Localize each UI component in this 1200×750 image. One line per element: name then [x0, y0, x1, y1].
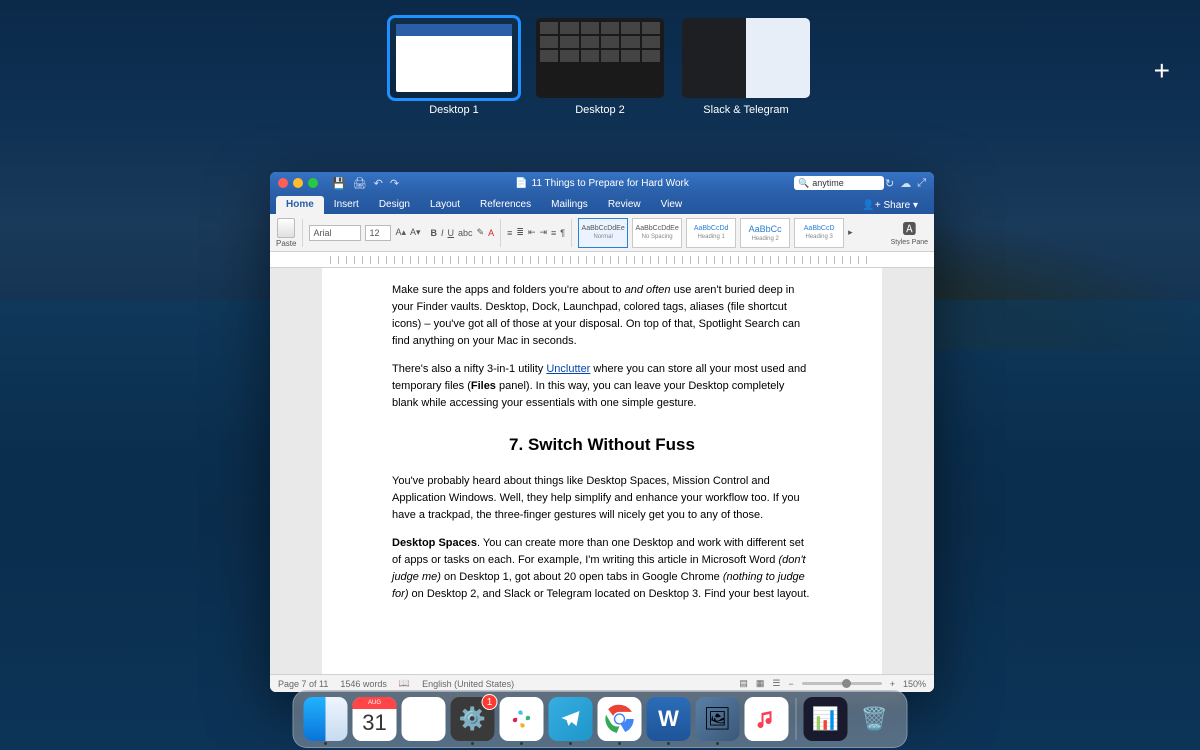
style-normal[interactable]: AaBbCcDdEeNormal	[578, 218, 628, 248]
desktop-thumb-label: Desktop 1	[429, 104, 479, 116]
zoom-out-button[interactable]: −	[788, 679, 793, 689]
tab-home[interactable]: Home	[276, 196, 324, 214]
underline-button[interactable]: U	[448, 228, 455, 238]
page-scroll[interactable]: Make sure the apps and folders you're ab…	[270, 268, 934, 674]
dock-trash[interactable]: 🗑️	[853, 697, 897, 741]
font-color-button[interactable]: A	[488, 228, 494, 238]
body-paragraph: Desktop Spaces. You can create more than…	[392, 535, 812, 603]
save-icon[interactable]: 💾	[332, 177, 346, 190]
word-window: 💾 🖨 ↶ ↷ 📄 11 Things to Prepare for Hard …	[270, 172, 934, 692]
italic-button[interactable]: I	[441, 228, 444, 238]
fullscreen-window-button[interactable]	[308, 178, 318, 188]
dock-separator	[796, 698, 797, 740]
strikethrough-button[interactable]: abc	[458, 228, 473, 238]
help-icon[interactable]: ☁	[900, 177, 911, 190]
dock-word[interactable]: W	[647, 697, 691, 741]
print-icon[interactable]: 🖨	[353, 177, 367, 190]
doc-title: 11 Things to Prepare for Hard Work	[532, 178, 689, 189]
dock-music[interactable]	[745, 697, 789, 741]
print-layout-icon[interactable]: ▦	[756, 678, 765, 689]
web-layout-icon[interactable]: ☰	[772, 678, 780, 689]
style-heading2[interactable]: AaBbCcHeading 2	[740, 218, 790, 248]
dock: AUG 31 ⚙️ 1 W 🖼 📊 🗑️	[293, 690, 908, 748]
dock-reminders[interactable]	[402, 697, 446, 741]
minimize-window-button[interactable]	[293, 178, 303, 188]
page[interactable]: Make sure the apps and folders you're ab…	[322, 268, 882, 674]
paste-button[interactable]: Paste	[276, 218, 296, 248]
titlebar[interactable]: 💾 🖨 ↶ ↷ 📄 11 Things to Prepare for Hard …	[270, 172, 934, 194]
style-no-spacing[interactable]: AaBbCcDdEeNo Spacing	[632, 218, 682, 248]
body-paragraph: There's also a nifty 3-in-1 utility Uncl…	[392, 361, 812, 412]
tab-mailings[interactable]: Mailings	[541, 196, 598, 214]
highlight-button[interactable]: ✎	[477, 227, 485, 238]
desktop-thumb-label: Slack & Telegram	[703, 104, 788, 116]
close-window-button[interactable]	[278, 178, 288, 188]
doc-icon: 📄	[515, 178, 527, 189]
tab-insert[interactable]: Insert	[324, 196, 369, 214]
dock-chrome[interactable]	[598, 697, 642, 741]
word-count[interactable]: 1546 words	[340, 679, 387, 689]
ruler[interactable]	[270, 252, 934, 268]
font-size-select[interactable]: 12	[365, 225, 391, 241]
tab-review[interactable]: Review	[598, 196, 651, 214]
focus-view-icon[interactable]: ▤	[739, 678, 748, 689]
zoom-in-button[interactable]: +	[890, 679, 895, 689]
bold-button[interactable]: B	[431, 228, 438, 238]
zoom-level[interactable]: 150%	[903, 679, 926, 689]
redo-icon[interactable]: ↷	[390, 177, 399, 190]
decrease-font-icon[interactable]: A▾	[410, 227, 421, 238]
tab-design[interactable]: Design	[369, 196, 420, 214]
indent-increase-icon[interactable]: ⇥	[539, 227, 547, 238]
desktop-thumb-label: Desktop 2	[575, 104, 625, 116]
undo-icon[interactable]: ↶	[374, 177, 383, 190]
badge: 1	[482, 694, 498, 710]
desktop-thumb-2[interactable]: Desktop 2	[536, 18, 664, 116]
ribbon-tabs: Home Insert Design Layout References Mai…	[270, 194, 934, 214]
search-input[interactable]: 🔍 anytime	[794, 176, 884, 190]
indent-decrease-icon[interactable]: ⇤	[528, 227, 536, 238]
dock-slack[interactable]	[500, 697, 544, 741]
font-family-select[interactable]: Arial	[309, 225, 361, 241]
add-desktop-button[interactable]: +	[1154, 55, 1170, 87]
bullet-list-icon[interactable]: ≡	[507, 228, 512, 238]
increase-font-icon[interactable]: A▴	[395, 227, 406, 238]
mission-control-spaces-row: Desktop 1 Desktop 2 Slack & Telegram	[0, 18, 1200, 116]
style-heading1[interactable]: AaBbCcDdHeading 1	[686, 218, 736, 248]
tab-view[interactable]: View	[651, 196, 693, 214]
tab-layout[interactable]: Layout	[420, 196, 470, 214]
desktop-thumb-1[interactable]: Desktop 1	[390, 18, 518, 116]
sync-icon[interactable]: ↻	[885, 177, 894, 190]
page-indicator[interactable]: Page 7 of 11	[278, 679, 328, 689]
styles-pane-button[interactable]: 🅰 Styles Pane	[891, 219, 928, 246]
dock-system-preferences[interactable]: ⚙️ 1	[451, 697, 495, 741]
dock-preview[interactable]: 🖼	[696, 697, 740, 741]
dock-unclutter-widget[interactable]: 📊	[804, 697, 848, 741]
style-heading3[interactable]: AaBbCcDHeading 3	[794, 218, 844, 248]
zoom-slider[interactable]	[802, 682, 882, 685]
align-left-icon[interactable]: ≡	[551, 228, 556, 238]
ribbon: Paste Arial 12 A▴ A▾ B I U abc ✎ A ≡ ≣ ⇤…	[270, 214, 934, 252]
dock-finder[interactable]	[304, 697, 348, 741]
language-indicator[interactable]: English (United States)	[422, 679, 514, 689]
document-area: Make sure the apps and folders you're ab…	[270, 252, 934, 674]
body-paragraph: You've probably heard about things like …	[392, 473, 812, 524]
paragraph-icon[interactable]: ¶	[560, 228, 565, 238]
share-button[interactable]: 👤+ Share ▾	[854, 197, 926, 214]
styles-more-icon[interactable]: ▸	[848, 227, 853, 238]
dock-calendar[interactable]: AUG 31	[353, 697, 397, 741]
tab-references[interactable]: References	[470, 196, 541, 214]
section-heading: 7. Switch Without Fuss	[392, 432, 812, 458]
expand-icon[interactable]: ⤢	[917, 177, 926, 190]
unclutter-link[interactable]: Unclutter	[546, 363, 590, 375]
spellcheck-icon[interactable]: 📖	[399, 678, 410, 689]
number-list-icon[interactable]: ≣	[516, 227, 524, 238]
dock-telegram[interactable]	[549, 697, 593, 741]
body-paragraph: Make sure the apps and folders you're ab…	[392, 282, 812, 350]
desktop-thumb-3[interactable]: Slack & Telegram	[682, 18, 810, 116]
